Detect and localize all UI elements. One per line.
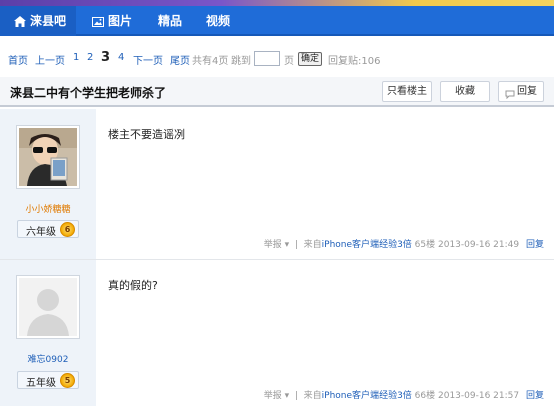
level-medal-icon: 5 — [60, 373, 75, 388]
home-icon — [14, 8, 26, 38]
page-current: 3 — [101, 50, 111, 65]
source-link[interactable]: iPhone客户端 — [322, 240, 379, 250]
total-pages-text: 共有4页 — [192, 52, 228, 67]
jump-label: 跳到 — [231, 56, 251, 67]
post-reply-link[interactable]: 回复 — [526, 391, 544, 401]
thread-title-bar: 涞县二中有个学生把老师杀了 只看楼主 收藏 回复 — [0, 77, 554, 107]
nav-images-tab[interactable]: 图片 — [92, 6, 132, 36]
nav-video-label: 视频 — [206, 14, 231, 28]
source-link[interactable]: iPhone客户端 — [322, 391, 379, 401]
thread-reply-button[interactable]: 回复 — [498, 81, 544, 102]
page-next-link[interactable]: 下一页 — [133, 52, 163, 67]
level-badge: 五年级 5 — [17, 371, 79, 389]
post-66: 难忘0902 五年级 5 真的假的? 举报 ▾ | 来自iPhone客户端经验3… — [0, 260, 554, 406]
level-badge: 六年级 6 — [17, 220, 79, 238]
avatar[interactable] — [16, 275, 80, 339]
page-last-link[interactable]: 尾页 — [170, 52, 190, 67]
nav-featured-tab[interactable]: 精品 — [158, 6, 182, 36]
page-first-link[interactable]: 首页 — [8, 52, 28, 67]
post-meta: 举报 ▾ | 来自iPhone客户端经验3倍 66楼 2013-09-16 21… — [263, 391, 544, 401]
report-link[interactable]: 举报 — [264, 391, 282, 401]
post-reply-link[interactable]: 回复 — [526, 240, 544, 250]
username[interactable]: 难忘0902 — [0, 352, 96, 365]
comment-icon — [505, 87, 515, 106]
post-time: 2013-09-16 21:57 — [438, 391, 520, 401]
total-prefix: 共有 — [192, 56, 212, 67]
exp-link[interactable]: 经验3倍 — [379, 240, 412, 250]
post-65: 小小娇糖糖 六年级 6 楼主不要造谣冽 举报 ▾ | 来自iPhone客户端经验… — [0, 109, 554, 259]
floor-number: 66楼 — [414, 391, 436, 401]
post-author-panel: 难忘0902 五年级 5 — [0, 260, 96, 406]
level-text: 六年级 — [26, 227, 56, 238]
post-content: 真的假的? — [108, 279, 158, 292]
post-meta: 举报 ▾ | 来自iPhone客户端经验3倍 65楼 2013-09-16 21… — [263, 240, 544, 250]
image-icon — [92, 8, 104, 38]
page-4-link[interactable]: 4 — [118, 52, 124, 63]
forum-nav-bar: 涞县吧 图片 精品 视频 — [0, 6, 554, 36]
favorite-button[interactable]: 收藏 — [440, 81, 490, 102]
jump-page-input[interactable] — [254, 51, 280, 66]
nav-home-tab[interactable]: 涞县吧 — [0, 6, 76, 36]
avatar[interactable] — [16, 125, 80, 189]
level-text: 五年级 — [26, 378, 56, 389]
default-avatar-icon — [19, 278, 77, 336]
exp-link[interactable]: 经验3倍 — [379, 391, 412, 401]
reply-label: 回复贴: — [328, 56, 362, 67]
jump-suffix: 页 — [284, 56, 294, 67]
post-time: 2013-09-16 21:49 — [438, 240, 520, 250]
nav-home-label: 涞县吧 — [30, 14, 67, 28]
avatar-photo — [19, 128, 77, 186]
page-1-link[interactable]: 1 — [73, 52, 79, 63]
floor-number: 65楼 — [414, 240, 436, 250]
nav-video-tab[interactable]: 视频 — [206, 6, 230, 36]
post-content: 楼主不要造谣冽 — [108, 128, 185, 141]
post-author-panel: 小小娇糖糖 六年级 6 — [0, 109, 96, 259]
page-2-link[interactable]: 2 — [87, 52, 93, 63]
level-medal-icon: 6 — [60, 222, 75, 237]
nav-featured-label: 精品 — [158, 14, 183, 28]
only-op-button[interactable]: 只看楼主 — [382, 81, 432, 102]
reply-count-text: 回复贴:106 — [328, 52, 380, 67]
source-prefix: 来自 — [303, 391, 322, 401]
page-prev-link[interactable]: 上一页 — [35, 52, 65, 67]
username[interactable]: 小小娇糖糖 — [0, 202, 96, 215]
reply-count: 106 — [361, 56, 381, 67]
thread-title: 涞县二中有个学生把老师杀了 — [10, 86, 167, 100]
nav-images-label: 图片 — [108, 14, 133, 28]
jump-confirm-button[interactable]: 确定 — [298, 52, 322, 66]
source-prefix: 来自 — [303, 240, 322, 250]
thread-reply-label: 回复 — [517, 86, 537, 97]
report-link[interactable]: 举报 — [264, 240, 282, 250]
total-suffix: 页 — [218, 56, 229, 67]
